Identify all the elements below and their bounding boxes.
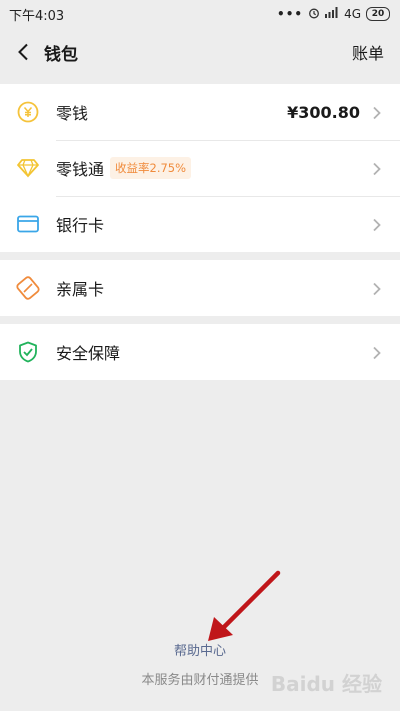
chevron-right-icon bbox=[372, 161, 382, 176]
chevron-right-icon bbox=[372, 281, 382, 296]
list-item-label: 零钱通 bbox=[56, 160, 105, 179]
list-item-label: 亲属卡 bbox=[56, 280, 105, 299]
chevron-right-icon bbox=[372, 345, 382, 360]
shield-check-icon bbox=[16, 340, 40, 364]
back-arrow-icon[interactable] bbox=[12, 41, 34, 63]
chevron-right-icon bbox=[372, 217, 382, 232]
diamond-icon bbox=[16, 156, 40, 180]
help-center-link[interactable]: 帮助中心 bbox=[0, 640, 400, 659]
yield-badge: 收益率2.75% bbox=[110, 157, 192, 179]
chevron-right-icon bbox=[372, 105, 382, 120]
family-card-icon bbox=[16, 276, 40, 300]
status-time: 下午4:03 bbox=[9, 8, 65, 24]
network-type: 4G bbox=[344, 7, 361, 21]
page-title: 钱包 bbox=[44, 44, 78, 65]
list-item-licaitong[interactable]: 零钱通 收益率2.75% bbox=[0, 140, 400, 196]
alarm-icon bbox=[308, 7, 320, 22]
battery-level: 20 bbox=[371, 8, 385, 19]
list-item-security[interactable]: 安全保障 bbox=[0, 324, 400, 380]
yuan-coin-icon bbox=[16, 100, 40, 124]
app-header: 钱包 账单 bbox=[0, 28, 400, 76]
notification-dots: ••• bbox=[277, 7, 304, 21]
bank-card-icon bbox=[16, 212, 40, 236]
baidu-watermark: Baidu 经验 bbox=[270, 672, 382, 696]
security-section: 安全保障 bbox=[0, 324, 400, 380]
bill-button[interactable]: 账单 bbox=[352, 40, 384, 64]
list-item-label: 安全保障 bbox=[56, 344, 121, 363]
status-bar: 下午4:03 ••• 4G 20 bbox=[0, 0, 400, 28]
balance-value: ¥300.80 bbox=[287, 102, 360, 122]
battery-icon: 20 bbox=[366, 7, 390, 21]
status-icons: ••• 4G 20 bbox=[277, 7, 390, 22]
list-item-label: 银行卡 bbox=[56, 216, 105, 235]
list-item-family-card[interactable]: 亲属卡 bbox=[0, 260, 400, 316]
wallet-section: 零钱 ¥300.80 零钱通 收益率2.75% 银行卡 bbox=[0, 84, 400, 252]
list-item-change[interactable]: 零钱 ¥300.80 bbox=[0, 84, 400, 140]
signal-icon bbox=[325, 7, 339, 21]
list-item-label: 零钱 bbox=[56, 104, 89, 123]
list-item-bank-card[interactable]: 银行卡 bbox=[0, 196, 400, 252]
red-arrow-annotation bbox=[208, 570, 281, 641]
family-section: 亲属卡 bbox=[0, 260, 400, 316]
